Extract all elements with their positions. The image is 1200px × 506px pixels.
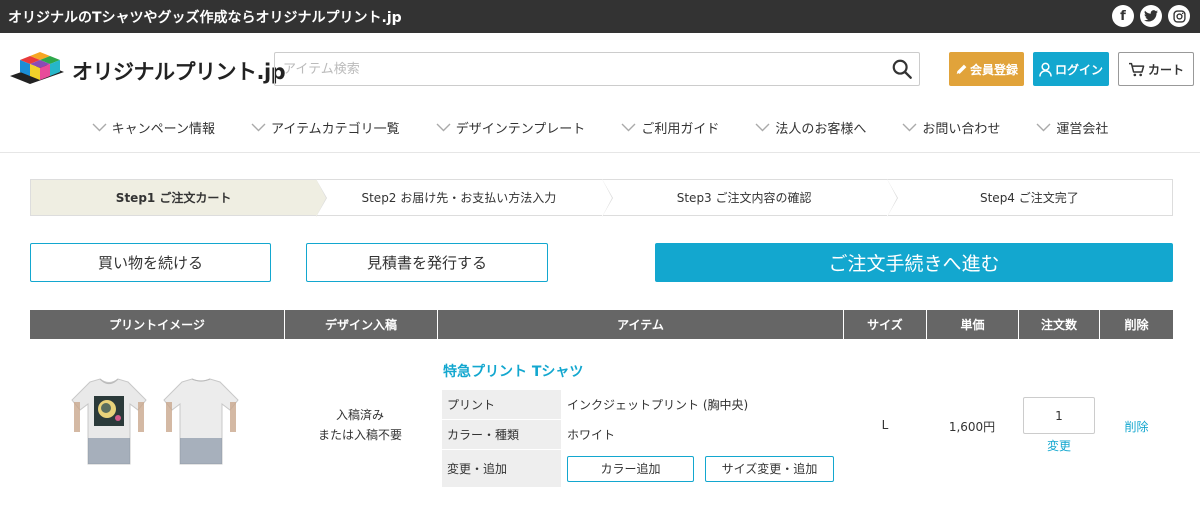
nav-company[interactable]: 運営会社 xyxy=(1036,112,1108,142)
quantity-change-link[interactable]: 変更 xyxy=(1023,437,1095,454)
register-label: 会員登録 xyxy=(969,62,1018,77)
twitter-icon[interactable] xyxy=(1140,5,1162,27)
design-status-line: 入稿済み xyxy=(335,408,384,422)
user-icon xyxy=(1039,62,1052,77)
search-icon[interactable] xyxy=(891,58,913,84)
login-button[interactable]: ログイン xyxy=(1033,52,1109,86)
spec-label: カラー・種類 xyxy=(442,420,561,449)
issue-estimate-button[interactable]: 見積書を発行する xyxy=(306,243,548,282)
design-status-line: または入稿不要 xyxy=(317,428,402,442)
nav-label: デザインテンプレート xyxy=(455,121,586,137)
main-nav: キャンペーン情報 アイテムカテゴリ一覧 デザインテンプレート ご利用ガイド 法人… xyxy=(0,112,1200,142)
design-status: 入稿済み または入稿不要 xyxy=(285,405,435,445)
checkout-button[interactable]: ご注文手続きへ進む xyxy=(655,243,1173,282)
checkout-steps: Step1 ご注文カート Step2 お届け先・お支払い方法入力 Step3 ご… xyxy=(30,179,1173,217)
chevron-down-icon xyxy=(902,123,917,131)
spec-label: 変更・追加 xyxy=(442,450,561,487)
th-print-image: プリントイメージ xyxy=(30,310,285,339)
spec-row-color: カラー・種類 ホワイト xyxy=(442,420,862,450)
cart-button[interactable]: カート xyxy=(1118,52,1194,86)
register-button[interactable]: 会員登録 xyxy=(949,52,1024,86)
instagram-icon[interactable] xyxy=(1168,5,1190,27)
chevron-down-icon xyxy=(1036,123,1051,131)
step-label: Step4 ご注文完了 xyxy=(979,191,1079,205)
topbar: オリジナルのTシャツやグッズ作成ならオリジナルプリント.jp f xyxy=(0,0,1200,33)
spec-row-print: プリント インクジェットプリント (胸中央) xyxy=(442,390,862,420)
nav-label: キャンペーン情報 xyxy=(111,121,215,137)
item-size: L xyxy=(881,418,889,432)
th-item: アイテム xyxy=(438,310,844,339)
nav-corporate[interactable]: 法人のお客様へ xyxy=(755,112,866,142)
nav-categories[interactable]: アイテムカテゴリ一覧 xyxy=(251,112,400,142)
cart-icon xyxy=(1128,62,1145,76)
item-name-link[interactable]: 特急プリント Tシャツ xyxy=(443,361,583,381)
site-tagline: オリジナルのTシャツやグッズ作成ならオリジナルプリント.jp xyxy=(8,10,402,26)
spec-label: プリント xyxy=(442,390,561,419)
logo-text: オリジナルプリント.jp xyxy=(72,60,286,84)
th-size: サイズ xyxy=(844,310,927,339)
nav-label: ご利用ガイド xyxy=(641,121,720,137)
th-price: 単価 xyxy=(927,310,1019,339)
chevron-down-icon xyxy=(92,123,107,131)
th-delete: 削除 xyxy=(1124,318,1149,332)
th-design: デザイン入稿 xyxy=(285,310,438,339)
chevron-down-icon xyxy=(436,123,451,131)
cart-label: カート xyxy=(1147,62,1184,77)
step-3: Step3 ご注文内容の確認 xyxy=(602,179,898,217)
site-logo[interactable]: オリジナルプリント.jp xyxy=(8,50,286,92)
nav-templates[interactable]: デザインテンプレート xyxy=(436,112,586,142)
search-box xyxy=(274,52,920,86)
pencil-icon xyxy=(956,64,967,75)
step-4: Step4 ご注文完了 xyxy=(887,180,1172,215)
item-spec-table: プリント インクジェットプリント (胸中央) カラー・種類 ホワイト 変更・追加… xyxy=(442,390,862,488)
cart-table-header: プリントイメージ デザイン入稿 アイテム サイズ 単価 注文数 削除 xyxy=(30,310,1173,339)
nav-guide[interactable]: ご利用ガイド xyxy=(621,112,719,142)
tshirt-front-image xyxy=(71,378,147,465)
spec-actions: カラー追加 サイズ変更・追加 xyxy=(561,450,862,487)
delete-item-link[interactable]: 削除 xyxy=(1100,418,1173,435)
spec-row-change: 変更・追加 カラー追加 サイズ変更・追加 xyxy=(442,450,862,488)
chevron-down-icon xyxy=(755,123,770,131)
facebook-icon[interactable]: f xyxy=(1112,5,1134,27)
step-arrow xyxy=(601,179,612,217)
chevron-down-icon xyxy=(251,123,266,131)
step-2: Step2 お届け先・お支払い方法入力 xyxy=(316,179,613,217)
add-color-button[interactable]: カラー追加 xyxy=(567,455,694,482)
nav-label: お問い合わせ xyxy=(922,121,1001,137)
step-arrow xyxy=(886,179,897,217)
step-label: Step2 お届け先・お支払い方法入力 xyxy=(361,191,557,205)
th-quantity: 注文数 xyxy=(1019,310,1100,339)
social-links: f xyxy=(1112,5,1190,27)
quantity-input[interactable] xyxy=(1023,397,1095,434)
spec-value: ホワイト xyxy=(567,428,616,442)
nav-label: 法人のお客様へ xyxy=(775,121,867,137)
chevron-down-icon xyxy=(621,123,636,131)
item-unit-price: 1,600円 xyxy=(948,420,996,434)
nav-divider xyxy=(0,152,1200,153)
nav-label: アイテムカテゴリ一覧 xyxy=(270,121,400,137)
step-label: Step1 ご注文カート xyxy=(115,191,232,205)
step-1: Step1 ご注文カート xyxy=(31,179,328,217)
tshirt-back-image xyxy=(163,378,239,465)
step-label: Step3 ご注文内容の確認 xyxy=(676,191,812,205)
nav-campaign[interactable]: キャンペーン情報 xyxy=(92,112,215,142)
step-arrow xyxy=(316,179,327,217)
continue-shopping-button[interactable]: 買い物を続ける xyxy=(30,243,271,282)
nav-label: 運営会社 xyxy=(1056,121,1109,137)
logo-cube-icon xyxy=(10,52,64,84)
login-label: ログイン xyxy=(1054,62,1103,77)
nav-contact[interactable]: お問い合わせ xyxy=(902,112,1000,142)
search-input[interactable] xyxy=(275,53,875,85)
change-size-button[interactable]: サイズ変更・追加 xyxy=(705,455,834,482)
spec-value: インクジェットプリント (胸中央) xyxy=(567,398,749,412)
